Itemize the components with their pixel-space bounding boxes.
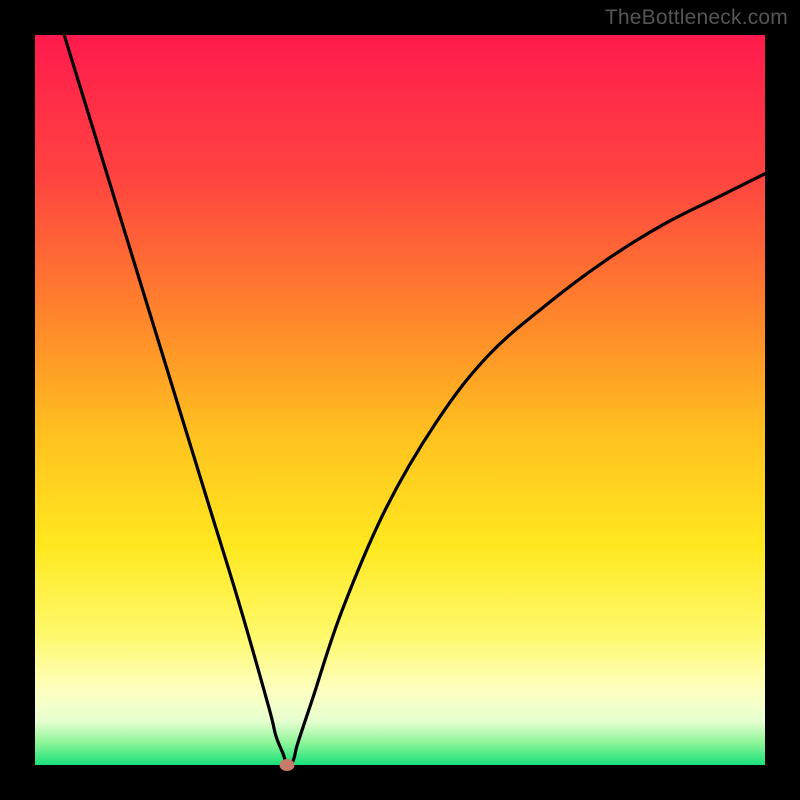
- bottleneck-curve: [64, 35, 765, 765]
- minimum-marker: [279, 759, 294, 771]
- plot-area: [35, 35, 765, 765]
- curve-layer: [35, 35, 765, 765]
- watermark-text: TheBottleneck.com: [605, 6, 788, 30]
- chart-frame: TheBottleneck.com: [0, 0, 800, 800]
